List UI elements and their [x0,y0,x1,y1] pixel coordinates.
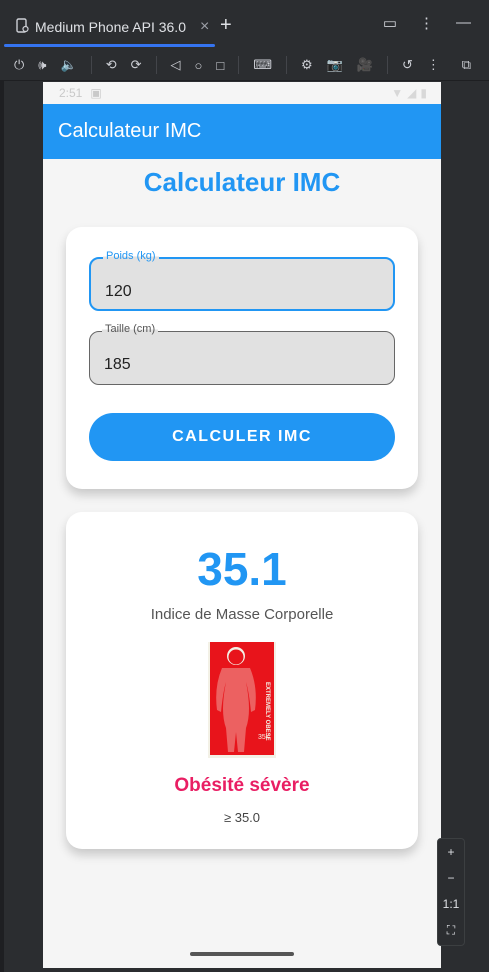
image-side-text: EXTREMELY OBESE [264,682,270,741]
bmi-caption: Indice de Masse Corporelle [150,606,334,623]
record-icon[interactable]: 🎥 [357,57,373,73]
add-tab-icon[interactable]: + [220,14,232,37]
app-bar-title: Calculateur IMC [58,120,202,142]
height-field[interactable]: Taille (cm) 185 [89,323,395,385]
image-corner-text: 35< [258,734,270,741]
more-icon[interactable]: ⋮ [419,14,434,32]
ide-tab-bar: Medium Phone API 36.0 × + ▭ ⋮ — [0,0,489,48]
battery-icon: ▮ [420,86,427,100]
height-value[interactable]: 185 [104,356,131,374]
back-icon[interactable]: ◁ [171,57,181,73]
snapshot-icon[interactable]: ↺ [402,57,413,73]
bmi-range: ≥ 35.0 [223,810,261,825]
toolbar-border [0,80,489,81]
left-gutter [0,81,4,972]
zoom-out-button[interactable]: − [438,865,464,891]
weight-field[interactable]: Poids (kg) 120 [89,250,395,311]
emulator-toolbar: ⏻ 🕪 🔈 ⟲ ⟳ ◁ ○ □ ⌨ ⚙ 📷 🎥 ↺ ⋮ ⧉ [0,52,489,78]
wifi-icon: ▼ [391,86,404,100]
device-tab[interactable]: Medium Phone API 36.0 × [4,8,215,46]
zoom-controls: + − 1:1 ⛶ [437,838,465,946]
rotate-left-icon[interactable]: ⟲ [106,57,117,73]
home-icon[interactable]: ○ [195,58,203,73]
settings-icon[interactable]: ⚙ [301,57,313,73]
close-tab-icon[interactable]: × [200,18,209,36]
volume-down-icon[interactable]: 🔈 [61,57,77,73]
app-bar: Calculateur IMC [43,104,441,159]
page-title: Calculateur IMC [143,167,341,197]
result-card: 35.1 Indice de Masse Corporelle EXTREMEL… [66,512,418,849]
volume-up-icon[interactable]: 🕪 [38,57,46,73]
weight-value[interactable]: 120 [105,283,132,301]
phone-screen: 2:51 ▣ ▼ ◢ ▮ Calculateur IMC Calculateur… [43,82,441,968]
signal-icon: ◢ [407,86,417,100]
obese-figure-image: EXTREMELY OBESE 35< [208,642,276,758]
fit-screen-icon[interactable]: ⛶ [438,917,464,943]
gesture-nav-bar[interactable] [190,952,294,956]
bmi-category: Obésité sévère [174,775,310,796]
overview-icon[interactable]: □ [216,58,224,73]
power-icon[interactable]: ⏻ [14,57,24,73]
window-icon[interactable]: ▭ [383,14,397,32]
status-time: 2:51 [59,86,83,100]
notification-icon: ▣ [90,86,102,100]
toolbar-divider [90,56,92,74]
camera-icon[interactable]: 📷 [327,57,343,73]
minimize-icon[interactable]: — [456,14,471,32]
calculate-button[interactable]: CALCULER IMC [89,413,395,461]
active-tab-indicator [4,44,215,47]
more-options-icon[interactable]: ⋮ [427,57,440,73]
weight-label: Poids (kg) [103,250,159,262]
zoom-reset-button[interactable]: 1:1 [438,891,464,917]
height-label: Taille (cm) [102,323,159,335]
tab-title: Medium Phone API 36.0 [35,19,186,35]
rotate-right-icon[interactable]: ⟳ [131,57,142,73]
keyboard-icon[interactable]: ⌨ [253,57,272,73]
bmi-value: 35.1 [197,543,287,595]
toolbar-divider [285,56,287,74]
mirror-icon[interactable]: ⧉ [462,57,471,73]
zoom-in-button[interactable]: + [438,839,464,865]
toolbar-divider [387,56,389,74]
input-card: Poids (kg) 120 Taille (cm) 185 CALCULER … [66,227,418,489]
device-icon [16,18,29,36]
toolbar-divider [238,56,240,74]
status-bar: 2:51 ▣ ▼ ◢ ▮ [43,82,441,104]
toolbar-divider [155,56,157,74]
